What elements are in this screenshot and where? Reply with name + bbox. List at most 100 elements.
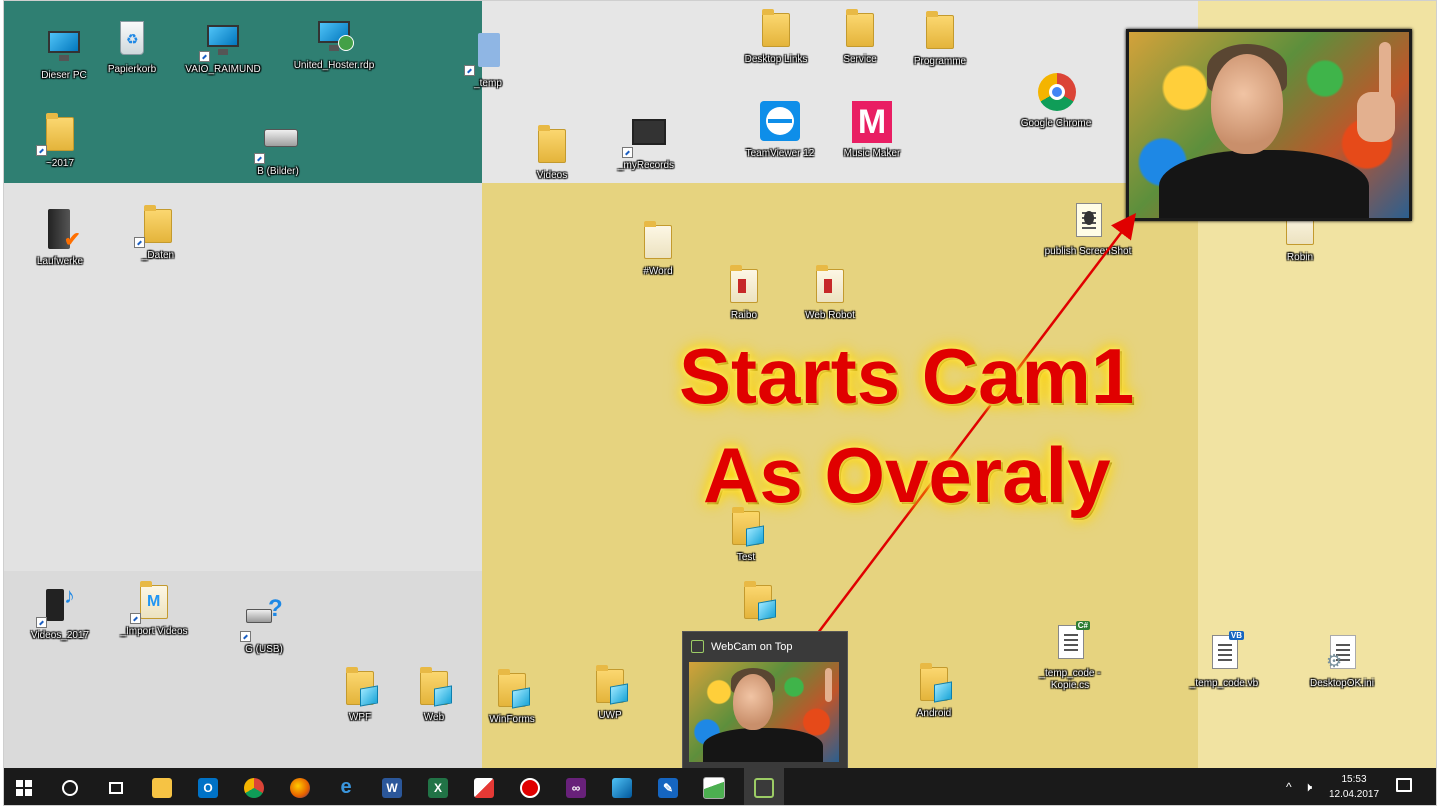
taskbar-webcam-on-top[interactable]: [744, 768, 784, 805]
action-center-button[interactable]: [1396, 778, 1412, 792]
desktop-icon-label: G (USB): [245, 644, 283, 655]
csharp-file-icon: C#: [1048, 621, 1092, 665]
desktop-icon-label: Web: [423, 712, 445, 723]
desktop-icon-label: Dieser PC: [41, 70, 87, 81]
desktop-icon-videos[interactable]: Videos: [504, 123, 600, 182]
desktop-icon-videos-2017[interactable]: ♪ Videos_2017: [12, 583, 108, 642]
desktop-icon-desktop-links[interactable]: Desktop Links: [728, 7, 824, 66]
desktop-icon-daten[interactable]: _Daten: [110, 203, 206, 262]
taskbar-thumbnail-preview[interactable]: WebCam on Top: [682, 631, 848, 771]
desktop-icon-android[interactable]: Android: [886, 661, 982, 720]
taskbar-remote-desktop[interactable]: [602, 768, 642, 805]
desktop-icon-music-maker[interactable]: M Music Maker: [824, 101, 920, 160]
folder-icon: [736, 579, 780, 623]
desktop-icon-united-hoster[interactable]: United_Hoster.rdp: [286, 13, 382, 72]
taskbar-pen-tool[interactable]: ✎: [648, 768, 688, 805]
volume-icon[interactable]: 🕨: [1304, 779, 1312, 795]
desktop-icon-papierkorb[interactable]: ♻ Papierkorb: [84, 17, 180, 76]
folder-icon: [636, 219, 680, 263]
folder-icon: [754, 7, 798, 51]
desktop-icon-web-robot[interactable]: Web Robot: [782, 263, 878, 322]
outlook-icon: O: [198, 777, 218, 798]
desktop-icon-google-chrome[interactable]: Google Chrome: [1008, 71, 1104, 130]
desktop-icon-label: WPF: [348, 712, 372, 723]
desktop-icon-b-bilder[interactable]: B (Bilder): [230, 119, 326, 178]
desktop-icon-unlabeled-folder[interactable]: [710, 579, 806, 626]
taskbar-outlook[interactable]: O: [188, 768, 228, 805]
thumbnail-title: WebCam on Top: [711, 640, 793, 653]
folder-icon: [134, 203, 180, 248]
desktop-icon-label: _temp_code - Kopie.cs: [1039, 668, 1101, 691]
desktop-icon-label: ~2017: [45, 158, 75, 169]
taskbar-image-app[interactable]: [694, 768, 734, 805]
desktop-icon-label: United_Hoster.rdp: [293, 60, 375, 71]
desktop-icon-desktopok-ini[interactable]: ⚙ DesktopOK.ini: [1294, 631, 1390, 690]
desktop-icon-temp-code-vb[interactable]: VB _temp_code.vb: [1176, 631, 1272, 690]
desktop-icon-uwp[interactable]: UWP: [562, 663, 658, 722]
word-icon: W: [382, 777, 402, 798]
callout-line-2: As Overaly: [703, 431, 1111, 519]
record-icon: [520, 777, 540, 798]
desktop-icon-label: Programme: [913, 56, 967, 67]
teamviewer-icon: [758, 101, 802, 145]
folder-icon: [412, 665, 456, 709]
start-button[interactable]: [4, 768, 44, 805]
search-button[interactable]: [50, 768, 90, 805]
desktop-icon-g-usb[interactable]: ? G (USB): [216, 595, 312, 656]
folder-icon: [912, 661, 956, 705]
desktop-icon-import-videos[interactable]: M _Import Videos: [106, 579, 202, 638]
desktop-icon-2017[interactable]: ~2017: [12, 111, 108, 170]
desktop-icon-label: #Word: [643, 266, 673, 277]
desktop-icon-laufwerke[interactable]: ✔ Laufwerke: [12, 209, 108, 268]
webcam-app-icon: [691, 640, 704, 653]
drive-icon: [254, 119, 300, 164]
firefox-icon: [290, 777, 310, 798]
computer-icon: [42, 23, 86, 67]
desktop-icon-teamviewer[interactable]: TeamViewer 12: [732, 101, 828, 160]
taskbar-red-box-app[interactable]: [464, 768, 504, 805]
document-icon: [1066, 199, 1110, 243]
desktop-icon-vaio[interactable]: VAIO_RAIMUND: [175, 17, 271, 76]
taskbar-edge[interactable]: e: [326, 768, 366, 805]
cortana-circle-icon: [62, 779, 78, 796]
desktop-icon-temp[interactable]: _temp: [440, 31, 536, 90]
task-view-icon: [109, 781, 123, 794]
desktop-icon-label: TeamViewer 12: [745, 148, 815, 159]
tray-overflow-chevron-icon[interactable]: ^: [1286, 780, 1292, 794]
folder-icon: M: [130, 579, 176, 624]
webcam-feed-image: [1129, 32, 1409, 218]
desktop-icon-label: Test: [736, 552, 756, 563]
visual-studio-icon: ∞: [566, 777, 586, 798]
desktop-icon-label: UWP: [598, 710, 622, 721]
taskbar-chrome[interactable]: [234, 768, 274, 805]
desktop: Dieser PC ♻ Papierkorb VAIO_RAIMUND Unit…: [3, 0, 1437, 806]
annotation-callout: Starts Cam1 As Overaly: [679, 331, 1134, 521]
desktop-icon-raibo[interactable]: Raibo: [696, 263, 792, 322]
taskbar-firefox[interactable]: [280, 768, 320, 805]
edge-icon: e: [340, 776, 352, 798]
task-view-button[interactable]: [96, 768, 136, 805]
chrome-icon: [1034, 71, 1078, 115]
desktop-icon-myrecords[interactable]: _myRecords: [598, 113, 694, 172]
desktop-icon-label: Videos: [536, 170, 568, 181]
desktop-icon-label: publish ScreenShot: [1044, 246, 1132, 257]
webcam-app-icon: [754, 777, 774, 798]
desktop-icon-label: Videos_2017: [30, 630, 90, 641]
taskbar-clock[interactable]: 15:53 12.04.2017: [1326, 772, 1382, 802]
desktop-icon-label: Laufwerke: [36, 256, 84, 267]
taskbar-recorder[interactable]: [510, 768, 550, 805]
desktop-icon-label: _temp: [474, 78, 502, 89]
desktop-icon-publish-screenshot[interactable]: publish ScreenShot: [1040, 199, 1136, 258]
desktop-icon-programme[interactable]: Programme: [892, 9, 988, 68]
desktop-icon-temp-code-cs[interactable]: C# _temp_code - Kopie.cs: [1022, 621, 1118, 692]
taskbar-excel[interactable]: X: [418, 768, 458, 805]
desktop-icon-label: _Import Videos: [120, 626, 188, 637]
taskbar-visual-studio[interactable]: ∞: [556, 768, 596, 805]
webcam-overlay-window[interactable]: [1126, 29, 1412, 221]
taskbar-file-explorer[interactable]: [142, 768, 182, 805]
taskbar-word[interactable]: W: [372, 768, 412, 805]
monitor-icon: [622, 113, 668, 158]
folder-icon: [918, 9, 962, 53]
desktop-icon-winforms[interactable]: WinForms: [464, 667, 560, 726]
desktop-icon-word-folder[interactable]: #Word: [610, 219, 706, 278]
